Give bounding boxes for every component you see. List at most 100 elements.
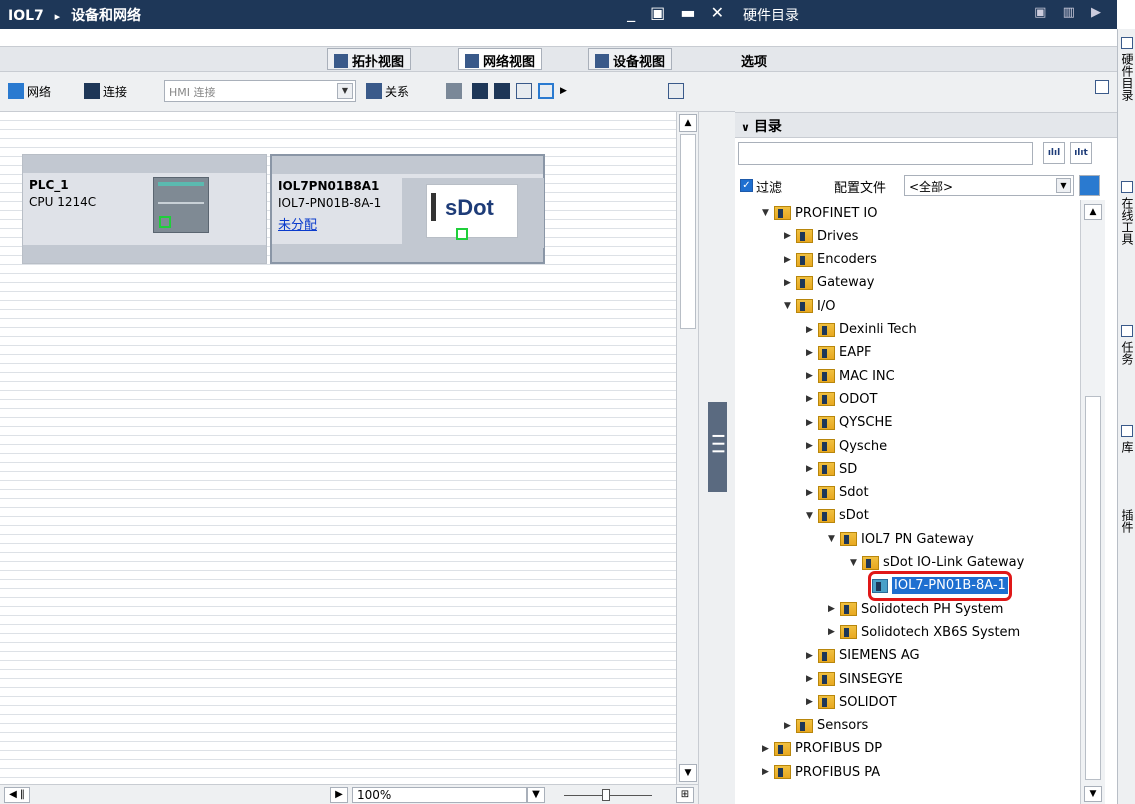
panel-controls-icon[interactable]: ▣ ▥ ▶ <box>1034 5 1107 20</box>
chevron-down-icon[interactable]: ▼ <box>337 83 353 99</box>
sidebar-item-hardware-catalog[interactable]: 硬件目录 <box>1118 53 1135 101</box>
tree-item[interactable]: ▶ Solidotech PH System <box>828 598 1003 620</box>
options-panel-icon[interactable] <box>1095 80 1109 94</box>
expand-right-icon[interactable]: ▶ <box>806 651 818 661</box>
tree-item[interactable]: ▶ SOLIDOT <box>806 691 897 713</box>
expand-down-icon[interactable]: ▼ <box>828 534 840 544</box>
tree-item[interactable]: ▼ PROFINET IO <box>762 202 878 224</box>
sidebar-item-library[interactable]: 库 <box>1118 441 1135 453</box>
zoom-slider[interactable] <box>564 788 652 802</box>
profile-settings-icon[interactable] <box>1079 175 1100 196</box>
tree-item[interactable]: ▶ PROFIBUS PA <box>762 761 880 783</box>
expand-right-icon[interactable]: ▶ <box>806 394 818 404</box>
filter-checkbox[interactable]: ✓ <box>740 179 753 192</box>
expand-down-icon[interactable]: ▼ <box>806 511 818 521</box>
splitter-gutter[interactable]: ▎▎▎ <box>698 112 735 804</box>
tree-item[interactable]: ▼ I/O <box>784 295 835 317</box>
tree-item[interactable]: ▶ QYSCHE <box>806 412 893 434</box>
plc-port-icon[interactable] <box>159 216 171 228</box>
expand-right-icon[interactable]: ▶ <box>806 464 818 474</box>
tree-item[interactable]: ▶ MAC INC <box>806 365 895 387</box>
expand-right-icon[interactable]: ▶ <box>762 744 774 754</box>
tree-item[interactable]: ▶ Solidotech XB6S System <box>828 621 1020 643</box>
tree-item[interactable]: ▼ IOL7 PN Gateway <box>828 528 974 550</box>
sidebar-item-tasks[interactable]: 任务 <box>1118 341 1135 365</box>
device-name[interactable]: PLC_1 <box>29 178 69 192</box>
tree-item[interactable]: ▶ Gateway <box>784 272 874 294</box>
tree-item[interactable]: ▶ SD <box>806 458 857 480</box>
zoom-select[interactable]: 100% <box>352 787 527 803</box>
tree-item[interactable]: ▶ Qysche <box>806 435 887 457</box>
tree-item[interactable]: ▶ Encoders <box>784 249 877 271</box>
unassigned-link[interactable]: 未分配 <box>278 214 317 233</box>
relation-button[interactable]: 关系 <box>366 80 409 102</box>
more-arrow-icon[interactable]: ▶ <box>560 86 567 96</box>
expand-right-icon[interactable]: ▶ <box>828 627 840 637</box>
expand-down-icon[interactable]: ▼ <box>850 558 862 568</box>
online-tools-icon[interactable] <box>1121 181 1133 193</box>
tree-item[interactable]: ▼ sDot <box>806 505 869 527</box>
tree-item[interactable]: ▶ SINSEGYE <box>806 668 903 690</box>
network-button[interactable]: 网络 <box>8 80 51 102</box>
device-name[interactable]: IOL7PN01B8A1 <box>278 179 379 193</box>
search-down-button[interactable]: ılıl <box>1043 142 1065 164</box>
catalog-header[interactable]: ∨ 目录 <box>735 112 1117 138</box>
navigation-icon[interactable]: ⊞ <box>676 787 694 803</box>
device-box-plc[interactable]: PLC_1 CPU 1214C <box>22 154 267 264</box>
library-icon[interactable] <box>1121 425 1133 437</box>
catalog-scrollbar[interactable]: ▲ ▼ <box>1080 200 1105 804</box>
zoom-slider-handle[interactable] <box>602 789 610 801</box>
device-box-iol7[interactable]: IOL7PN01B8A1 IOL7-PN01B-8A-1 未分配 sDot <box>270 154 545 264</box>
breadcrumb-page[interactable]: 设备和网络 <box>71 8 141 24</box>
scroll-thumb[interactable] <box>680 134 696 329</box>
tree-item[interactable]: ▶ ODOT <box>806 388 877 410</box>
expand-right-icon[interactable]: ▶ <box>784 231 796 241</box>
catalog-search-input[interactable] <box>738 142 1033 165</box>
zoom-dropdown-icon[interactable]: ▼ <box>527 787 545 803</box>
io-map-icon[interactable] <box>472 83 488 99</box>
expand-right-icon[interactable]: ▶ <box>806 325 818 335</box>
network-canvas[interactable]: PLC_1 CPU 1214C IOL7PN01B8A1 IOL7-PN01B-… <box>0 112 676 784</box>
tab-device-view[interactable]: 设备视图 <box>588 48 673 70</box>
breadcrumb-project[interactable]: IOL7 <box>8 8 44 24</box>
tree-item[interactable]: ▶ Sdot <box>806 482 869 504</box>
expand-right-icon[interactable]: ▶ <box>806 674 818 684</box>
expand-right-icon[interactable]: ▶ <box>806 697 818 707</box>
connect-button[interactable]: 连接 <box>84 80 127 102</box>
connection-type-select[interactable]: HMI 连接 ▼ <box>164 80 356 102</box>
tasks-icon[interactable] <box>1121 325 1133 337</box>
tree-item-selected[interactable]: IOL7-PN01B-8A-1 <box>868 570 1012 601</box>
catalog-tree[interactable]: ▼ PROFINET IO ▶ Drives ▶ Encoders ▶ Gateway ▼ I/O… <box>738 200 1080 804</box>
tab-network-view[interactable]: 网络视图 <box>458 48 543 70</box>
scroll-right-icon[interactable]: ▶ <box>330 787 348 803</box>
expand-right-icon[interactable]: ▶ <box>762 767 774 777</box>
chevron-down-icon[interactable]: ∨ <box>741 121 750 134</box>
sidebar-item-online-tools[interactable]: 在线工具 <box>1118 197 1135 245</box>
tree-item[interactable]: ▶ Sensors <box>784 715 868 737</box>
overview-panel-icon[interactable] <box>668 83 684 99</box>
tab-topology-view[interactable]: 拓扑视图 <box>327 48 412 70</box>
scroll-thumb[interactable] <box>1085 396 1101 780</box>
properties-icon[interactable] <box>494 83 510 99</box>
expand-down-icon[interactable]: ▼ <box>784 301 796 311</box>
chevron-down-icon[interactable]: ▼ <box>1056 178 1071 193</box>
tree-item[interactable]: ▶ Dexinli Tech <box>806 319 917 341</box>
profile-select[interactable]: <全部> ▼ <box>904 175 1074 196</box>
tree-item[interactable]: ▶ EAPF <box>806 342 871 364</box>
tree-item[interactable]: ▼ sDot IO-Link Gateway <box>850 552 1024 574</box>
tree-item[interactable]: ▶ SIEMENS AG <box>806 645 920 667</box>
address-icon[interactable] <box>446 83 462 99</box>
expand-right-icon[interactable]: ▶ <box>806 488 818 498</box>
grid-icon[interactable] <box>516 83 532 99</box>
tree-item[interactable]: ▶ Drives <box>784 225 858 247</box>
table-view-icon[interactable] <box>538 83 554 99</box>
scroll-up-icon[interactable]: ▲ <box>1084 204 1102 220</box>
expand-right-icon[interactable]: ▶ <box>784 278 796 288</box>
expand-down-icon[interactable]: ▼ <box>762 208 774 218</box>
expand-right-icon[interactable]: ▶ <box>806 441 818 451</box>
search-up-button[interactable]: ılıt <box>1070 142 1092 164</box>
expand-right-icon[interactable]: ▶ <box>806 348 818 358</box>
hardware-catalog-icon[interactable] <box>1121 37 1133 49</box>
expand-right-icon[interactable]: ▶ <box>806 418 818 428</box>
expand-right-icon[interactable]: ▶ <box>784 721 796 731</box>
